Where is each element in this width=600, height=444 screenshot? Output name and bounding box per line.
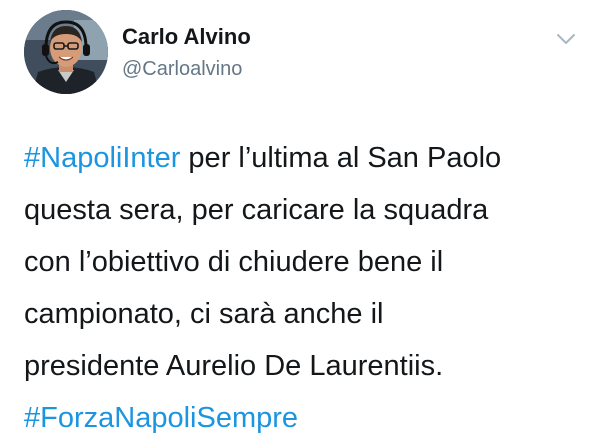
tweet-line-text: per l’ultima al San Paolo <box>180 142 502 174</box>
author-name[interactable]: Carlo Alvino <box>122 24 251 50</box>
hashtag-link[interactable]: #ForzaNapoliSempre <box>24 402 298 434</box>
tweet-line: con l’obiettivo di chiudere bene il <box>24 246 444 278</box>
tweet-line: questa sera, per caricare la squadra <box>24 194 489 226</box>
tweet-text: #NapoliInter per l’ultima al San Paolo q… <box>24 132 584 444</box>
avatar-photo-icon <box>24 10 108 94</box>
tweet-line: #ForzaNapoliSempre <box>24 392 584 444</box>
tweet-line: #NapoliInter per l’ultima al San Paolo <box>24 132 584 184</box>
author-avatar[interactable] <box>24 10 108 94</box>
hashtag-link[interactable]: #NapoliInter <box>24 142 180 174</box>
tweet-line: campionato, ci sarà anche il <box>24 298 384 330</box>
author-handle[interactable]: @Carloalvino <box>122 58 242 81</box>
tweet-line: presidente Aurelio De Laurentiis. <box>24 350 444 382</box>
tweet-card: Carlo Alvino @Carloalvino #NapoliInter p… <box>0 0 600 434</box>
chevron-down-icon[interactable] <box>555 31 577 47</box>
